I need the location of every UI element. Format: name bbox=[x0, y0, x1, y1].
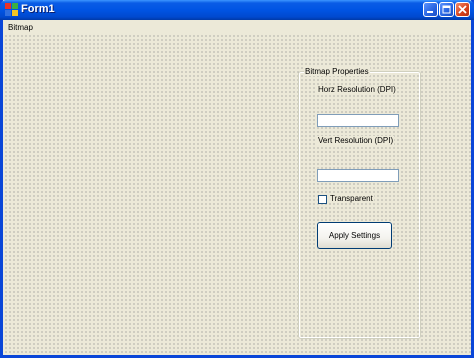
maximize-button[interactable] bbox=[439, 2, 454, 17]
vert-resolution-input[interactable] bbox=[317, 169, 399, 182]
window-title: Form1 bbox=[21, 3, 55, 15]
horz-resolution-label: Horz Resolution (DPI) bbox=[317, 85, 397, 94]
maximize-icon bbox=[442, 5, 451, 14]
app-icon bbox=[5, 3, 18, 16]
transparent-checkbox[interactable] bbox=[318, 195, 327, 204]
minimize-icon bbox=[427, 11, 433, 13]
close-button[interactable] bbox=[455, 2, 470, 17]
main-window: Form1 Bitmap Bitmap Properties Horz Reso… bbox=[0, 0, 474, 358]
form-client-area: Bitmap Properties Horz Resolution (DPI) … bbox=[3, 33, 471, 355]
vert-resolution-label: Vert Resolution (DPI) bbox=[317, 136, 395, 145]
close-icon bbox=[458, 5, 467, 14]
bitmap-properties-group: Bitmap Properties Horz Resolution (DPI) … bbox=[298, 67, 421, 339]
transparent-label: Transparent bbox=[329, 194, 374, 203]
menu-bar: Bitmap bbox=[3, 20, 471, 33]
group-title: Bitmap Properties bbox=[304, 67, 370, 76]
apply-settings-button[interactable]: Apply Settings bbox=[317, 222, 392, 249]
menu-item-bitmap[interactable]: Bitmap bbox=[8, 23, 33, 32]
minimize-button[interactable] bbox=[423, 2, 438, 17]
horz-resolution-input[interactable] bbox=[317, 114, 399, 127]
title-bar[interactable]: Form1 bbox=[0, 0, 474, 20]
